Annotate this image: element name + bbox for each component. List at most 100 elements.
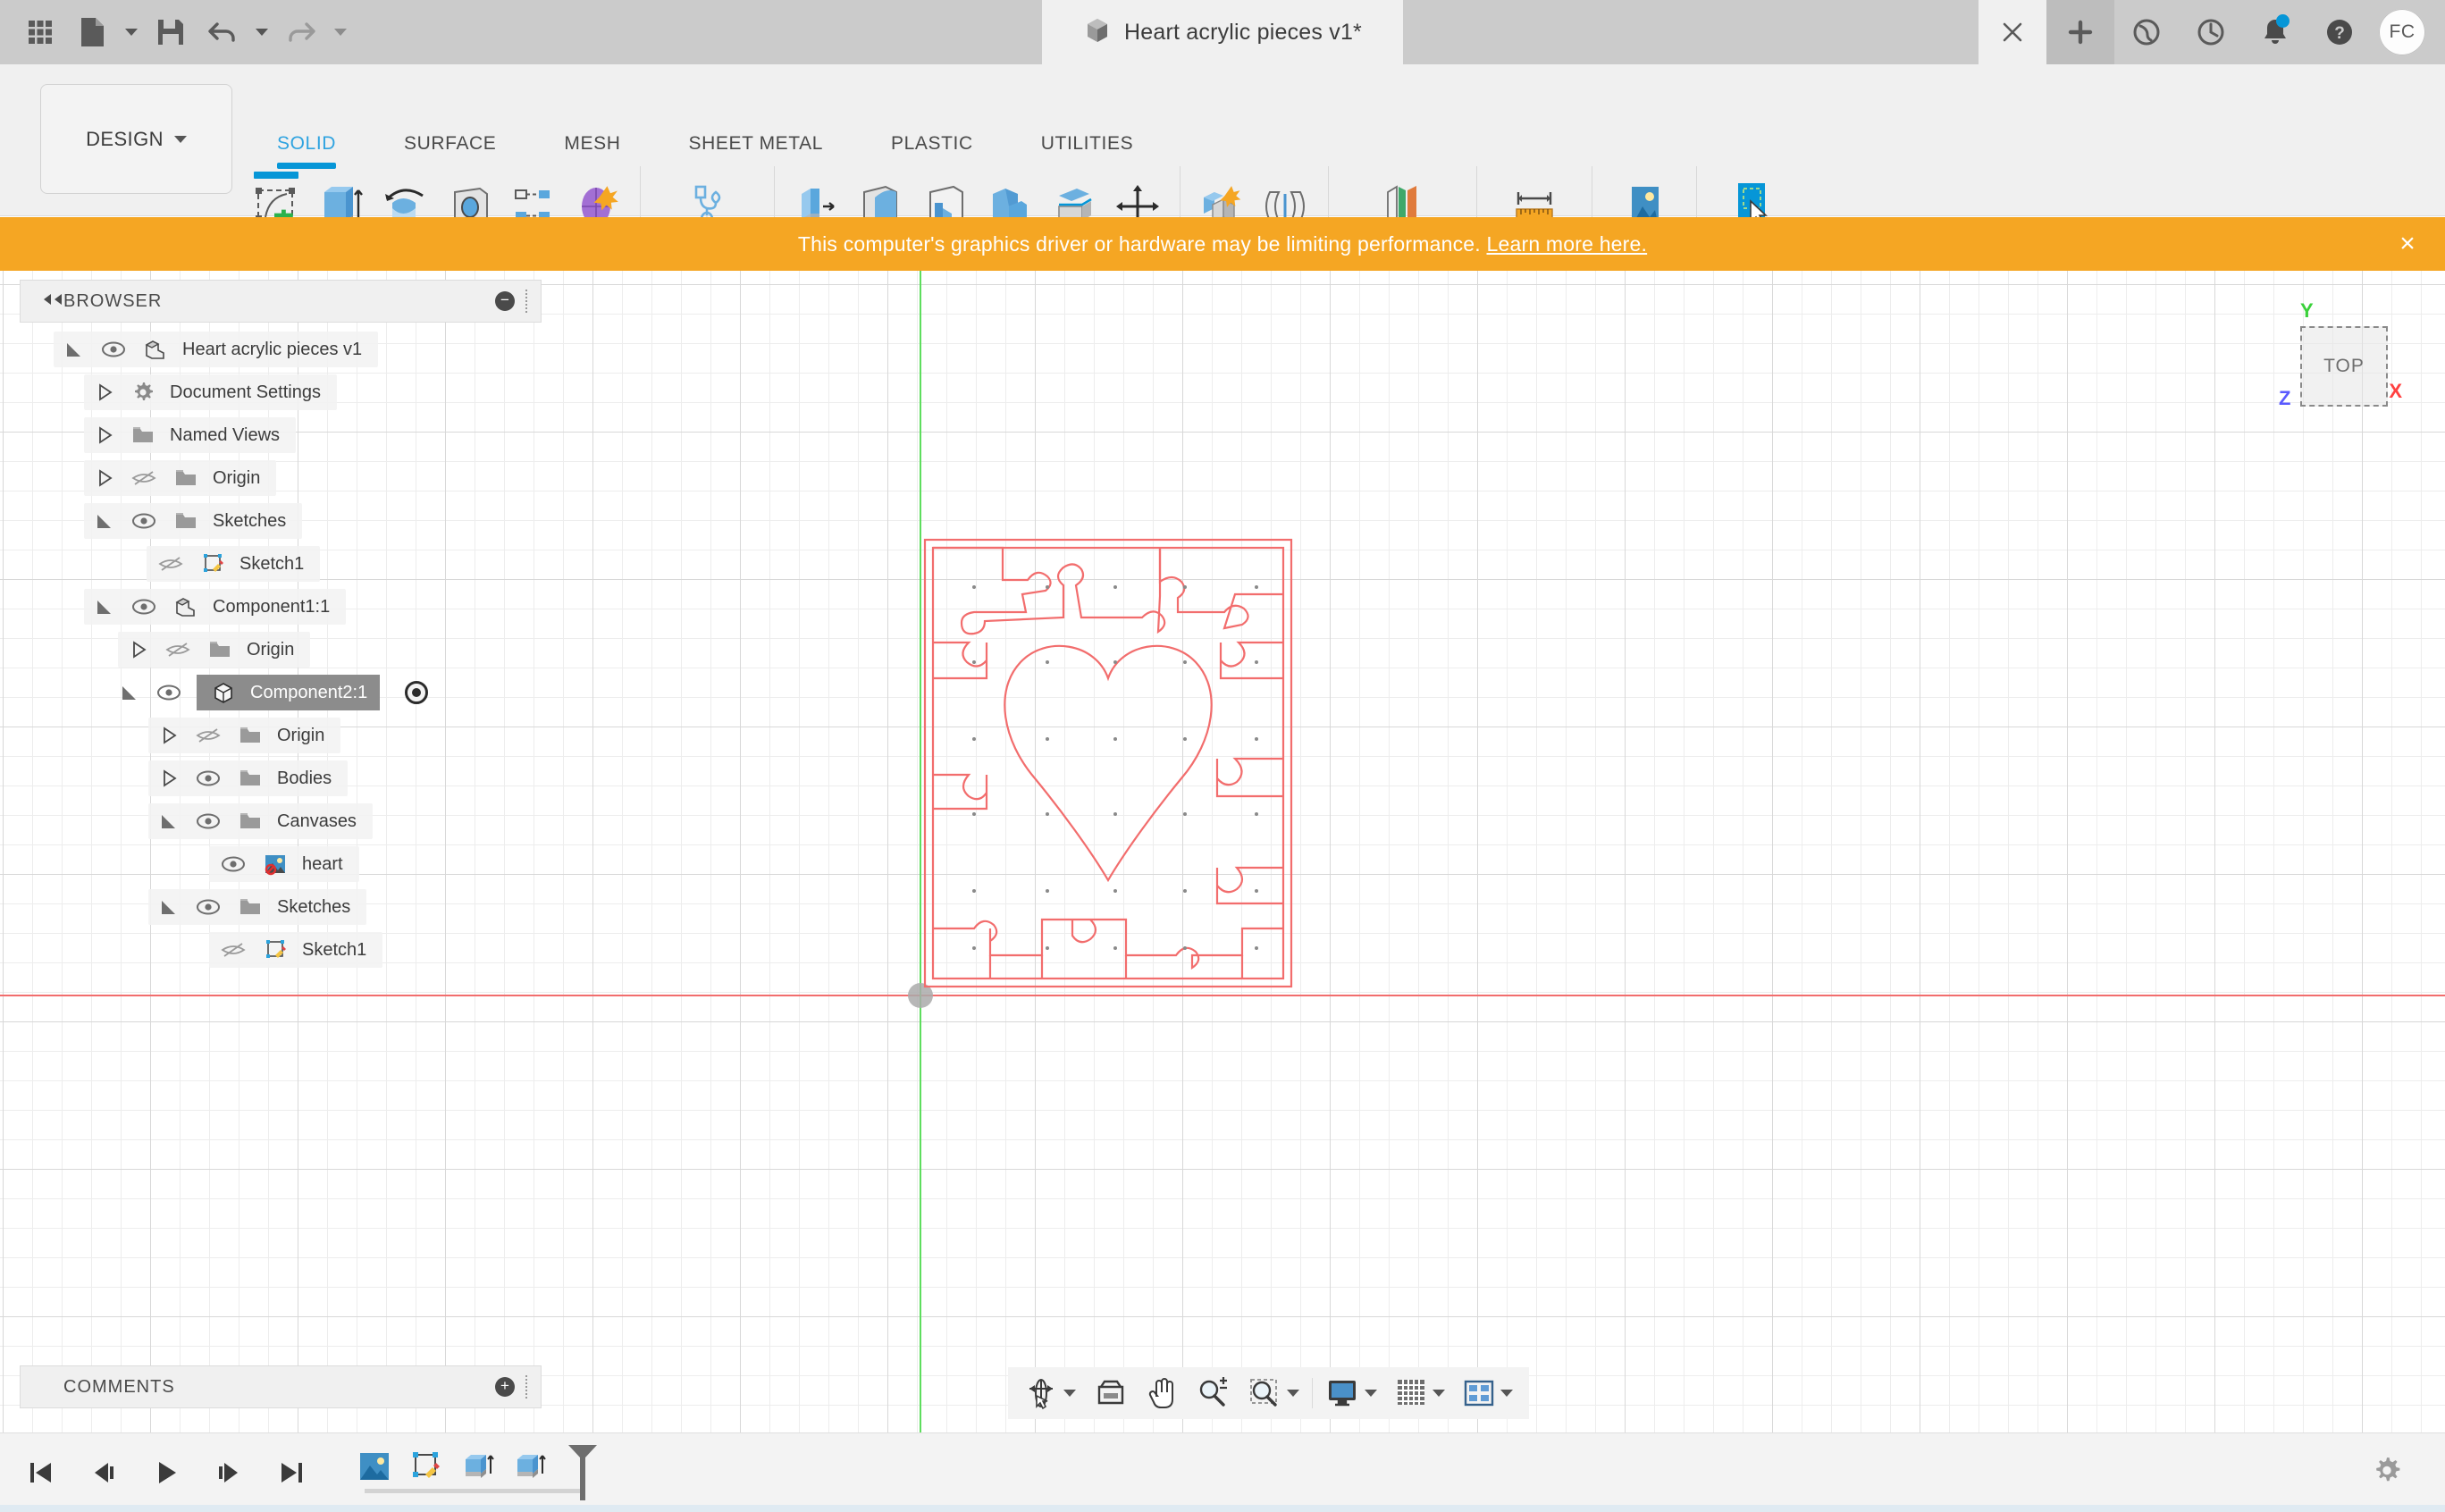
visibility-eye-icon[interactable]: [129, 509, 159, 533]
twisty-closed-icon[interactable]: [157, 767, 181, 790]
tree-node-sketch1-comp2[interactable]: Sketch1: [20, 928, 542, 971]
close-tab-button[interactable]: [1979, 0, 2046, 64]
timeline-go-end-button[interactable]: [272, 1453, 311, 1492]
visibility-eye-hidden-icon[interactable]: [193, 724, 223, 747]
tree-node-named-views[interactable]: Named Views: [20, 414, 542, 457]
tab-solid[interactable]: SOLID: [243, 129, 370, 169]
viewport-layout-icon[interactable]: [1454, 1367, 1522, 1419]
redo-icon[interactable]: [277, 8, 325, 56]
app-grid-icon[interactable]: [16, 8, 64, 56]
display-settings-icon[interactable]: [1316, 1367, 1386, 1419]
pan-icon[interactable]: [1137, 1367, 1187, 1419]
visibility-eye-icon[interactable]: [193, 810, 223, 833]
history-clock-icon[interactable]: [2179, 0, 2243, 64]
twisty-open-icon[interactable]: [157, 810, 181, 833]
timeline-feature-extrude-1[interactable]: [452, 1443, 504, 1490]
tree-node-bodies[interactable]: Bodies: [20, 757, 542, 800]
timeline-play-button[interactable]: [147, 1453, 186, 1492]
zoom-icon[interactable]: [1187, 1367, 1239, 1419]
visibility-eye-icon[interactable]: [193, 895, 223, 919]
tab-utilities[interactable]: UTILITIES: [1007, 129, 1167, 159]
help-icon[interactable]: ?: [2307, 0, 2372, 64]
tree-node-sketches-root[interactable]: Sketches: [20, 500, 542, 542]
close-banner-button[interactable]: ×: [2391, 231, 2424, 257]
twisty-closed-icon[interactable]: [127, 638, 150, 661]
chevron-down-icon[interactable]: [1500, 1390, 1513, 1397]
twisty-open-icon[interactable]: [93, 595, 116, 618]
twisty-closed-icon[interactable]: [157, 724, 181, 747]
tree-node-component1[interactable]: Component1:1: [20, 585, 542, 628]
grid-snaps-icon[interactable]: [1386, 1367, 1454, 1419]
timeline-end-marker[interactable]: [565, 1443, 601, 1502]
twisty-open-icon[interactable]: [118, 681, 141, 704]
timeline-go-start-button[interactable]: [21, 1453, 61, 1492]
panel-grip[interactable]: [525, 290, 528, 313]
tab-mesh[interactable]: MESH: [530, 129, 654, 159]
activated-component-indicator[interactable]: [405, 681, 429, 704]
undo-icon[interactable]: [198, 8, 247, 56]
tree-node-origin-comp1[interactable]: Origin: [20, 628, 542, 671]
visibility-eye-icon[interactable]: [154, 681, 184, 704]
timeline-step-back-button[interactable]: [84, 1453, 123, 1492]
zoom-window-icon[interactable]: [1239, 1367, 1308, 1419]
tab-plastic[interactable]: PLASTIC: [857, 129, 1007, 159]
visibility-eye-hidden-icon[interactable]: [163, 638, 193, 661]
tree-node-origin-root[interactable]: Origin: [20, 457, 542, 500]
heart-puzzle-sketch[interactable]: [920, 535, 1296, 1000]
tree-node-document-settings[interactable]: Document Settings: [20, 371, 542, 414]
orbit-icon[interactable]: [1015, 1367, 1085, 1419]
timeline-feature-canvas[interactable]: [349, 1443, 400, 1490]
tab-surface[interactable]: SURFACE: [370, 129, 530, 159]
tree-node-component2[interactable]: Component2:1: [20, 671, 542, 714]
document-tab[interactable]: Heart acrylic pieces v1*: [1041, 0, 1403, 64]
extension-icon[interactable]: [2114, 0, 2179, 64]
add-comment-icon[interactable]: +: [495, 1377, 515, 1397]
timeline-feature-sketch[interactable]: [400, 1443, 452, 1490]
chevron-down-icon[interactable]: [1287, 1390, 1299, 1397]
notifications-bell-icon[interactable]: [2243, 0, 2307, 64]
learn-more-link[interactable]: Learn more here.: [1486, 232, 1647, 256]
visibility-eye-icon[interactable]: [193, 767, 223, 790]
tree-node-sketches-comp2[interactable]: Sketches: [20, 886, 542, 928]
chevron-down-icon[interactable]: [1365, 1390, 1377, 1397]
document-title: Heart acrylic pieces v1*: [1123, 19, 1362, 45]
twisty-closed-icon[interactable]: [93, 424, 116, 447]
visibility-eye-icon[interactable]: [129, 595, 159, 618]
visibility-eye-hidden-icon[interactable]: [155, 552, 186, 575]
visibility-eye-icon[interactable]: [98, 338, 129, 361]
settings-gear-icon[interactable]: [2372, 1456, 2402, 1491]
save-icon[interactable]: [147, 8, 195, 56]
view-cube-face-top[interactable]: TOP: [2300, 326, 2388, 407]
twisty-open-icon[interactable]: [63, 338, 86, 361]
tree-node-origin-comp2[interactable]: Origin: [20, 714, 542, 757]
twisty-open-icon[interactable]: [93, 509, 116, 533]
twisty-closed-icon[interactable]: [93, 466, 116, 490]
timeline-step-forward-button[interactable]: [209, 1453, 248, 1492]
tree-node-heart-canvas[interactable]: heart: [20, 843, 542, 886]
minimize-icon[interactable]: −: [495, 291, 515, 311]
new-tab-button[interactable]: [2046, 0, 2114, 64]
view-cube[interactable]: Y TOP X Z: [2279, 299, 2402, 409]
panel-grip[interactable]: [525, 1375, 528, 1399]
undo-dropdown[interactable]: [250, 8, 273, 56]
redo-dropdown[interactable]: [329, 8, 352, 56]
tree-node-canvases[interactable]: Canvases: [20, 800, 542, 843]
new-file-dropdown[interactable]: [120, 8, 143, 56]
tree-node-heart-acrylic-pieces[interactable]: Heart acrylic pieces v1: [20, 328, 542, 371]
look-at-icon[interactable]: [1085, 1367, 1137, 1419]
collapse-left-icon[interactable]: [40, 292, 63, 311]
visibility-eye-icon[interactable]: [218, 853, 248, 876]
visibility-eye-hidden-icon[interactable]: [129, 466, 159, 490]
chevron-down-icon[interactable]: [1063, 1390, 1076, 1397]
avatar[interactable]: FC: [2379, 9, 2425, 55]
visibility-eye-hidden-icon[interactable]: [218, 938, 248, 962]
tree-node-sketch1-root[interactable]: Sketch1: [20, 542, 542, 585]
new-file-icon[interactable]: [68, 8, 116, 56]
tab-sheet-metal[interactable]: SHEET METAL: [655, 129, 858, 159]
workspace-selector[interactable]: DESIGN: [40, 84, 232, 194]
timeline-feature-extrude-2[interactable]: [504, 1443, 556, 1490]
twisty-open-icon[interactable]: [157, 895, 181, 919]
body-icon: [209, 680, 238, 705]
chevron-down-icon[interactable]: [1433, 1390, 1445, 1397]
twisty-closed-icon[interactable]: [93, 381, 116, 404]
